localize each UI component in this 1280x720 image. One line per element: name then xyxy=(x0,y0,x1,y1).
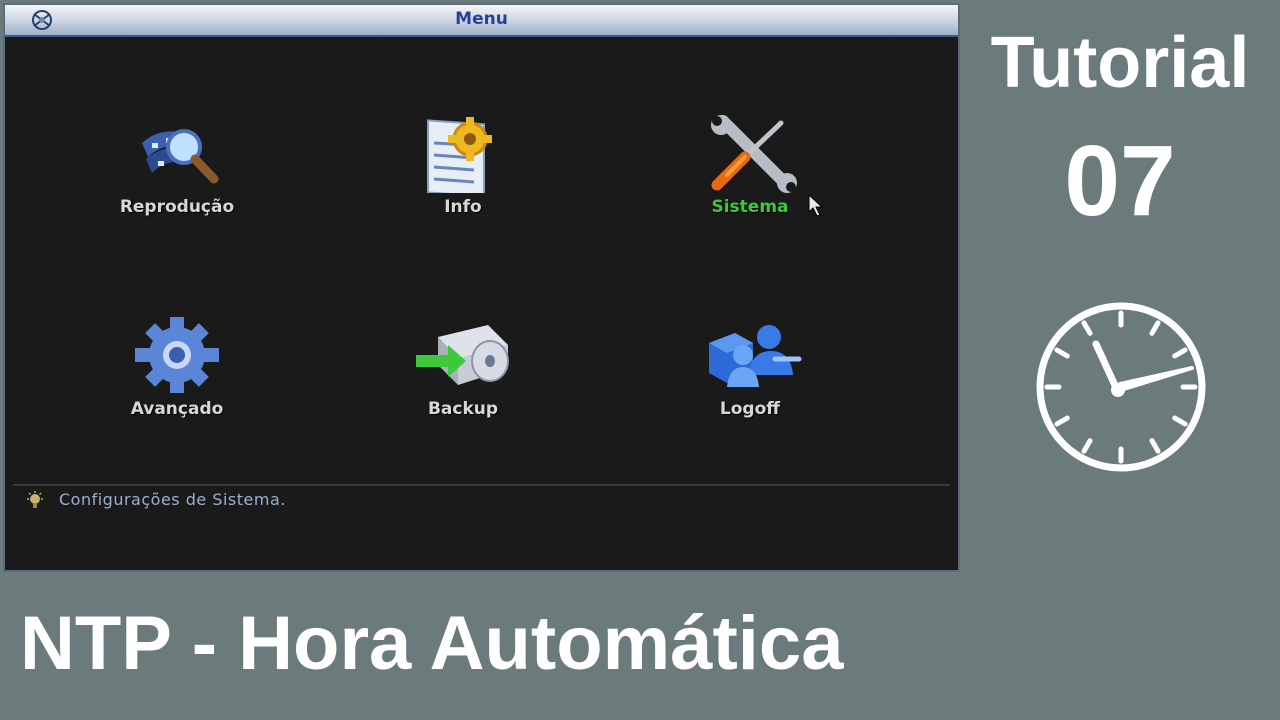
clock-tick xyxy=(1149,438,1161,454)
clock-tick xyxy=(1054,347,1070,359)
dvr-menu-window: Menu Reprodução Info Sistema Avançado Ba… xyxy=(3,3,960,572)
menu-item-avancado[interactable]: Avançado xyxy=(77,315,277,419)
status-bar: Configurações de Sistema. xyxy=(13,484,950,562)
clock-tick xyxy=(1081,438,1093,454)
menu-item-backup[interactable]: Backup xyxy=(363,315,563,419)
tutorial-number: 07 xyxy=(1064,125,1176,237)
advanced-gear-icon xyxy=(135,317,219,393)
lightbulb-icon xyxy=(27,491,43,508)
clock-tick xyxy=(1081,320,1093,336)
backup-disc-icon xyxy=(416,325,509,385)
logoff-users-icon xyxy=(709,325,802,387)
menu-item-label: Reprodução xyxy=(119,197,235,217)
system-wrench-screwdriver-icon xyxy=(711,115,797,193)
clock-tick xyxy=(1172,415,1188,427)
menu-item-label: Info xyxy=(444,197,482,217)
mouse-pointer-icon xyxy=(808,194,824,217)
video-caption: NTP - Hora Automática xyxy=(20,601,844,686)
menu-item-label: Logoff xyxy=(719,399,781,419)
menu-item-label: Avançado xyxy=(130,399,224,419)
menu-item-logoff[interactable]: Logoff xyxy=(650,315,850,419)
tutorial-word: Tutorial xyxy=(990,23,1250,103)
playback-film-magnifier-icon xyxy=(142,129,219,184)
info-document-gear-icon xyxy=(427,117,492,193)
clock-tick xyxy=(1172,347,1188,359)
menu-item-info[interactable]: Info xyxy=(363,113,563,217)
clock-icon xyxy=(1036,302,1206,472)
clock-tick xyxy=(1054,415,1070,427)
window-title: Menu xyxy=(455,9,508,29)
menu-item-label: Backup xyxy=(427,399,499,419)
clock-tick xyxy=(1149,320,1161,336)
menu-item-reproducao[interactable]: Reprodução xyxy=(77,113,277,217)
status-hint: Configurações de Sistema. xyxy=(59,490,286,509)
title-bar: Menu xyxy=(5,5,958,37)
